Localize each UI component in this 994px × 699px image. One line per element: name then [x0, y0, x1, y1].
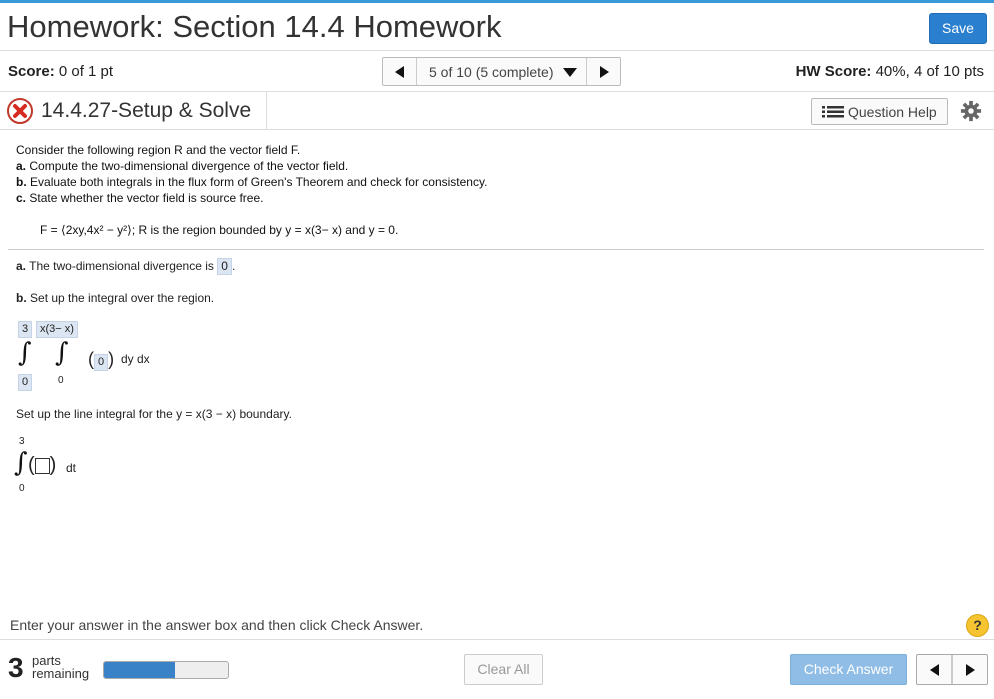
part-c-text: State whether the vector field is source…	[29, 191, 264, 205]
part-b-text: Evaluate both integrals in the flux form…	[30, 175, 488, 189]
hw-score: HW Score: 40%, 4 of 10 pts	[796, 63, 984, 80]
answer-a-text: The two-dimensional divergence is	[29, 259, 214, 273]
bottom-previous-button[interactable]	[917, 655, 952, 684]
part-c-label: c.	[16, 191, 27, 205]
line-integral-instruction: Set up the line integral for the y = x(3…	[16, 407, 292, 421]
title-row: Homework: Section 14.4 Homework Save	[0, 3, 994, 51]
part-c-instruction: c. State whether the vector field is sou…	[16, 191, 263, 205]
outer-lower-limit-box[interactable]: 0	[18, 374, 33, 391]
part-b-instruction: b. Evaluate both integrals in the flux f…	[16, 175, 487, 189]
part-b-label: b.	[16, 175, 27, 189]
list-icon	[822, 106, 844, 118]
differentials: dy dx	[121, 352, 150, 366]
answer-a-period: .	[231, 259, 236, 273]
part-a-text: Compute the two-dimensional divergence o…	[29, 159, 349, 173]
clear-all-button[interactable]: Clear All	[464, 654, 543, 685]
line-integral-sign: ∫	[14, 448, 28, 478]
check-answer-button[interactable]: Check Answer	[790, 654, 907, 685]
answer-b-label: b.	[16, 291, 27, 305]
divergence-answer-box[interactable]: 0	[217, 258, 232, 275]
problem-intro: Consider the following region R and the …	[16, 143, 301, 157]
question-navigator: 5 of 10 (5 complete)	[382, 57, 621, 86]
prev-arrow-icon	[395, 66, 404, 78]
page-title: Homework: Section 14.4 Homework	[7, 9, 502, 44]
parts-label-line2: remaining	[32, 666, 90, 681]
score-value: 0 of 1 pt	[58, 63, 114, 80]
divider	[266, 92, 267, 129]
parts-progress-bar	[103, 661, 229, 679]
separator	[8, 249, 984, 250]
bottom-bar: 3 parts remaining Clear All Check Answer	[0, 639, 994, 699]
hw-score-value: 40%, 4 of 10 pts	[875, 63, 984, 80]
line-differential: dt	[66, 461, 77, 475]
question-selector[interactable]: 5 of 10 (5 complete)	[429, 64, 554, 80]
answer-a-row: a. The two-dimensional divergence is 0.	[16, 258, 235, 275]
bottom-navigator	[916, 654, 988, 685]
question-help-label: Question Help	[848, 104, 937, 120]
line-lower-limit: 0	[19, 483, 25, 494]
inner-integral-sign: ∫	[55, 338, 69, 368]
inner-upper-limit-box[interactable]: x(3− x)	[36, 321, 78, 338]
help-icon[interactable]: ?	[966, 614, 989, 637]
x-icon	[7, 98, 33, 124]
answer-b-row: b. Set up the integral over the region.	[16, 291, 214, 305]
integrand-answer-box[interactable]: 0	[94, 354, 109, 371]
next-arrow-icon	[600, 66, 609, 78]
next-arrow-icon	[966, 664, 975, 676]
save-button[interactable]: Save	[929, 13, 987, 44]
instruction-text: Enter your answer in the answer box and …	[10, 617, 424, 633]
next-question-button[interactable]	[586, 58, 620, 85]
progress-fill	[104, 662, 175, 678]
answer-b-text: Set up the integral over the region.	[30, 291, 215, 305]
prev-arrow-icon	[930, 664, 939, 676]
parts-remaining-count: 3	[8, 652, 24, 683]
gear-icon[interactable]	[960, 100, 982, 122]
vector-field-formula: F = ⟨2xy,4x² − y²⟩; R is the region boun…	[40, 223, 399, 237]
line-integrand-input[interactable]	[34, 457, 50, 474]
inner-lower-limit: 0	[58, 375, 64, 386]
hw-score-label: HW Score:	[795, 63, 872, 80]
parts-remaining-label: parts remaining	[32, 654, 89, 680]
score: Score: 0 of 1 pt	[8, 63, 113, 80]
question-title: 14.4.27-Setup & Solve	[41, 99, 252, 122]
line-upper-limit: 3	[19, 436, 25, 447]
integrand-group: (0)	[88, 349, 115, 371]
part-a-instruction: a. Compute the two-dimensional divergenc…	[16, 159, 348, 173]
score-row: Score: 0 of 1 pt 5 of 10 (5 complete) HW…	[0, 52, 994, 92]
question-header: 14.4.27-Setup & Solve Question Help	[0, 92, 994, 130]
line-integrand-group: ()	[28, 454, 57, 476]
question-help-button[interactable]: Question Help	[811, 98, 948, 125]
answer-a-label: a.	[16, 259, 27, 273]
chevron-down-icon[interactable]	[563, 68, 577, 77]
score-label: Score:	[8, 63, 55, 80]
part-a-label: a.	[16, 159, 27, 173]
outer-integral-sign: ∫	[18, 338, 32, 368]
previous-question-button[interactable]	[383, 58, 417, 85]
outer-upper-limit-box[interactable]: 3	[18, 321, 33, 338]
bottom-next-button[interactable]	[952, 655, 987, 684]
